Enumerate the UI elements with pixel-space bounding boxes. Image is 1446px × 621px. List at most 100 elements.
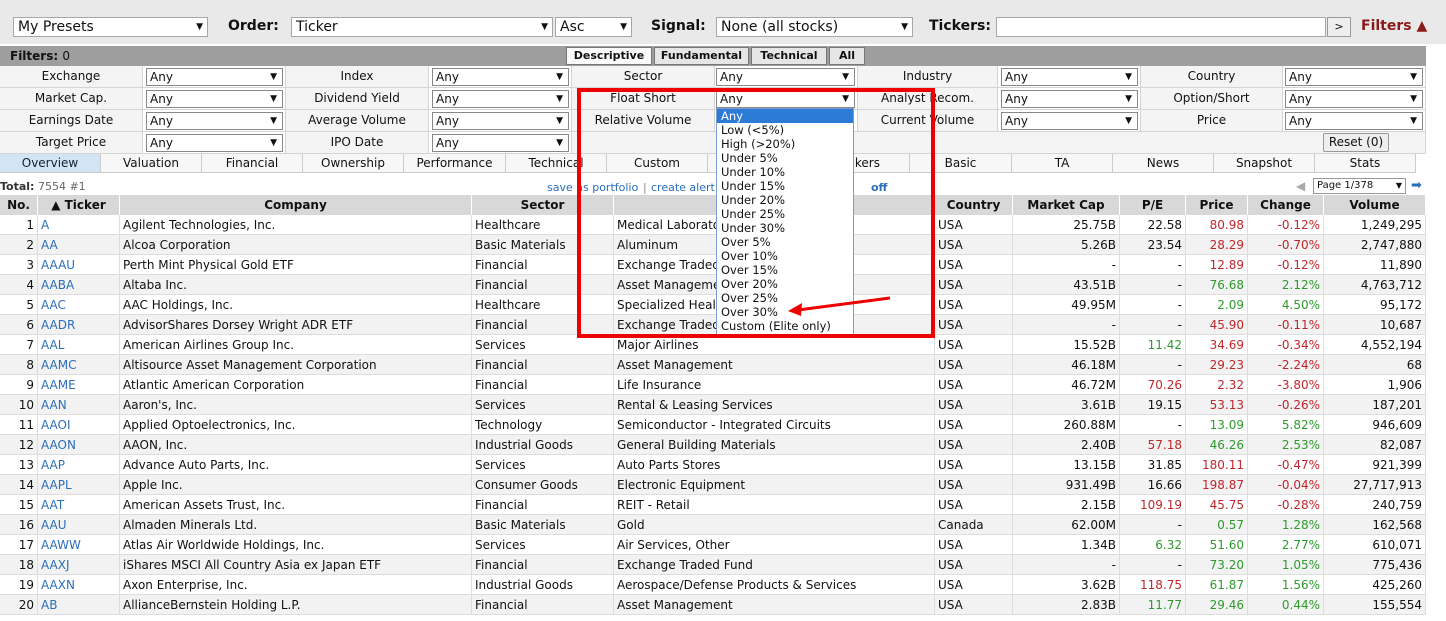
cell-no: 8 (0, 355, 38, 375)
filter-select-option-short[interactable]: Any ▼ (1285, 90, 1423, 108)
column-header-country[interactable]: Country (935, 195, 1013, 215)
tab-view-financial[interactable]: Financial (202, 154, 303, 173)
cell-ticker[interactable]: AAT (38, 495, 120, 515)
cell-ticker[interactable]: AAME (38, 375, 120, 395)
table-row[interactable]: 12 AAON AAON, Inc. Industrial Goods General … (0, 435, 1426, 455)
cell-ticker[interactable]: AAWW (38, 535, 120, 555)
column-header-no[interactable]: No. (0, 195, 38, 215)
cell-industry: Air Services, Other (614, 535, 935, 555)
cell-ticker[interactable]: AABA (38, 275, 120, 295)
filter-select-target-price[interactable]: Any ▼ (146, 134, 283, 152)
cell-ticker[interactable]: AAON (38, 435, 120, 455)
page-value: Page 1/378 (1317, 180, 1374, 191)
column-header-change[interactable]: Change (1248, 195, 1324, 215)
cell-no: 4 (0, 275, 38, 295)
table-row[interactable]: 18 AAXJ iShares MSCI All Country Asia ex J… (0, 555, 1426, 575)
filter-select-price[interactable]: Any ▼ (1285, 112, 1423, 130)
preset-select[interactable]: My Presets ▼ (13, 17, 208, 37)
cell-industry: Life Insurance (614, 375, 935, 395)
table-row[interactable]: 8 AAMC Altisource Asset Management Corpora… (0, 355, 1426, 375)
tab-view-ownership[interactable]: Ownership (303, 154, 404, 173)
tab-technical[interactable]: Technical (751, 47, 827, 65)
tab-view-stats[interactable]: Stats (1315, 154, 1416, 173)
column-header-price[interactable]: Price (1186, 195, 1248, 215)
column-header-pe[interactable]: P/E (1120, 195, 1186, 215)
filters-count-label: Filters: 0 (10, 49, 70, 63)
cell-volume: 775,436 (1324, 555, 1426, 575)
tab-view-overview[interactable]: Overview (0, 154, 101, 173)
table-row[interactable]: 14 AAPL Apple Inc. Consumer Goods Electronic… (0, 475, 1426, 495)
table-row[interactable]: 20 AB AllianceBernstein Holding L.P. Financ… (0, 595, 1426, 615)
cell-change: -0.26% (1248, 395, 1324, 415)
tab-fundamental[interactable]: Fundamental (654, 47, 749, 65)
order-select[interactable]: Ticker ▼ (291, 17, 553, 37)
reset-filters-button[interactable]: Reset (0) (1323, 133, 1389, 152)
tab-view-snapshot[interactable]: Snapshot (1214, 154, 1315, 173)
filter-select-earnings-date[interactable]: Any ▼ (146, 112, 283, 130)
filter-select-sector[interactable]: Any ▼ (716, 68, 855, 86)
cell-ticker[interactable]: AAOI (38, 415, 120, 435)
cell-change: -0.34% (1248, 335, 1324, 355)
filter-row: Exchange Any ▼ Index Any ▼ Sector Any ▼ Ind… (0, 66, 1426, 88)
cell-ticker[interactable]: AAPL (38, 475, 120, 495)
cell-ticker[interactable]: AAN (38, 395, 120, 415)
tickers-input[interactable] (996, 17, 1326, 37)
prev-page-icon[interactable]: ◀ (1296, 179, 1305, 193)
filter-value: Any (436, 92, 459, 106)
cell-ticker[interactable]: AAXN (38, 575, 120, 595)
filter-select-ipo-date[interactable]: Any ▼ (432, 134, 569, 152)
table-row[interactable]: 11 AAOI Applied Optoelectronics, Inc. Techn… (0, 415, 1426, 435)
next-page-icon[interactable]: ➡ (1411, 178, 1422, 193)
order-direction-select[interactable]: Asc ▼ (555, 17, 632, 37)
filter-select-average-volume[interactable]: Any ▼ (432, 112, 569, 130)
cell-ticker[interactable]: AAAU (38, 255, 120, 275)
cell-ticker[interactable]: AA (38, 235, 120, 255)
table-row[interactable]: 17 AAWW Atlas Air Worldwide Holdings, Inc.… (0, 535, 1426, 555)
filter-label: Average Volume (308, 113, 406, 127)
filter-select-country[interactable]: Any ▼ (1285, 68, 1423, 86)
signal-select[interactable]: None (all stocks) ▼ (716, 17, 913, 37)
cell-volume: 425,260 (1324, 575, 1426, 595)
page-select[interactable]: Page 1/378 ▼ (1313, 178, 1406, 194)
filter-select-dividend-yield[interactable]: Any ▼ (432, 90, 569, 108)
table-row[interactable]: 15 AAT American Assets Trust, Inc. Financia… (0, 495, 1426, 515)
cell-pe: - (1120, 515, 1186, 535)
cell-ticker[interactable]: AAP (38, 455, 120, 475)
cell-no: 11 (0, 415, 38, 435)
total-hash: #1 (69, 180, 86, 193)
filter-select-industry[interactable]: Any ▼ (1001, 68, 1138, 86)
tickers-go-button[interactable]: > (1327, 17, 1351, 37)
filters-toggle-button[interactable]: Filters ▲ (1361, 18, 1427, 34)
column-header-company[interactable]: Company (120, 195, 472, 215)
filter-select-market-cap[interactable]: Any ▼ (146, 90, 283, 108)
cell-ticker[interactable]: AAXJ (38, 555, 120, 575)
table-row[interactable]: 7 AAL American Airlines Group Inc. Services… (0, 335, 1426, 355)
cell-country: USA (935, 255, 1013, 275)
table-row[interactable]: 9 AAME Atlantic American Corporation Financ… (0, 375, 1426, 395)
filter-select-analyst-recom[interactable]: Any ▼ (1001, 90, 1138, 108)
cell-ticker[interactable]: AADR (38, 315, 120, 335)
cell-ticker[interactable]: AAU (38, 515, 120, 535)
cell-ticker[interactable]: AAC (38, 295, 120, 315)
cell-market-cap: 931.49B (1013, 475, 1120, 495)
tab-view-news[interactable]: News (1113, 154, 1214, 173)
tab-descriptive[interactable]: Descriptive (566, 47, 652, 65)
filter-select-current-volume[interactable]: Any ▼ (1001, 112, 1138, 130)
column-header-volume[interactable]: Volume (1324, 195, 1426, 215)
filter-select-index[interactable]: Any ▼ (432, 68, 569, 86)
tab-view-valuation[interactable]: Valuation (101, 154, 202, 173)
tab-view-performance[interactable]: Performance (404, 154, 506, 173)
cell-ticker[interactable]: AAMC (38, 355, 120, 375)
column-header-market-cap[interactable]: Market Cap (1013, 195, 1120, 215)
table-row[interactable]: 19 AAXN Axon Enterprise, Inc. Industrial Go… (0, 575, 1426, 595)
cell-ticker[interactable]: AAL (38, 335, 120, 355)
table-row[interactable]: 16 AAU Almaden Minerals Ltd. Basic Material… (0, 515, 1426, 535)
table-row[interactable]: 10 AAN Aaron's, Inc. Services Rental & Leasi… (0, 395, 1426, 415)
cell-ticker[interactable]: AB (38, 595, 120, 615)
column-header-ticker[interactable]: ▲ Ticker (38, 195, 120, 215)
filter-select-exchange[interactable]: Any ▼ (146, 68, 283, 86)
cell-ticker[interactable]: A (38, 215, 120, 235)
tab-view-ta[interactable]: TA (1012, 154, 1113, 173)
table-row[interactable]: 13 AAP Advance Auto Parts, Inc. Services Aut… (0, 455, 1426, 475)
tab-all[interactable]: All (829, 47, 865, 65)
